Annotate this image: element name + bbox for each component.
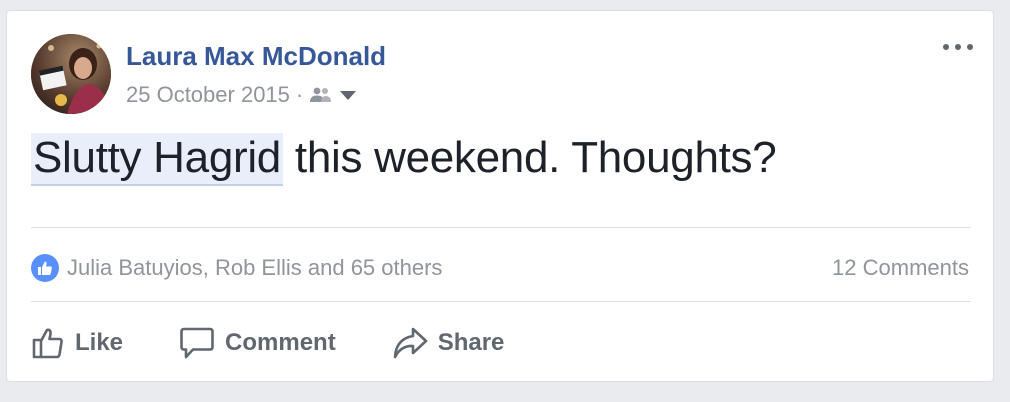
avatar[interactable] (31, 34, 111, 114)
divider-top (31, 227, 971, 228)
action-bar: Like Comment Share (31, 323, 504, 363)
reactions-text[interactable]: Julia Batuyios, Rob Ellis and 65 others (67, 255, 442, 281)
comment-button[interactable]: Comment (179, 326, 336, 360)
more-dot (967, 44, 973, 50)
reactions-summary[interactable]: Julia Batuyios, Rob Ellis and 65 others (31, 253, 442, 283)
share-button[interactable]: Share (392, 326, 505, 360)
post-meta: 25 October 2015 · (126, 81, 357, 109)
post-card: Laura Max McDonald 25 October 2015 · Slu… (6, 10, 994, 382)
divider-bottom (31, 301, 971, 302)
post-text-body: this weekend. Thoughts? (282, 133, 777, 182)
share-icon (392, 326, 428, 360)
like-button[interactable]: Like (31, 326, 123, 360)
thumbs-up-icon (31, 326, 65, 360)
like-reaction-icon (31, 254, 59, 282)
author-name[interactable]: Laura Max McDonald (126, 41, 386, 72)
more-dot (955, 44, 961, 50)
friends-icon[interactable] (309, 86, 333, 104)
comments-count[interactable]: 12 Comments (832, 253, 969, 283)
more-dot (943, 44, 949, 50)
meta-separator: · (295, 82, 304, 107)
chevron-down-icon[interactable] (339, 89, 357, 101)
tagged-text-link[interactable]: Slutty Hagrid (31, 133, 283, 186)
comment-icon (179, 326, 215, 360)
post-date[interactable]: 25 October 2015 (126, 82, 290, 108)
avatar-photo (31, 34, 111, 114)
comment-label: Comment (225, 329, 336, 356)
like-label: Like (75, 329, 124, 356)
post-text: Slutty Hagrid this weekend. Thoughts? (31, 133, 777, 186)
share-label: Share (437, 329, 505, 356)
more-options-icon[interactable] (943, 39, 973, 55)
